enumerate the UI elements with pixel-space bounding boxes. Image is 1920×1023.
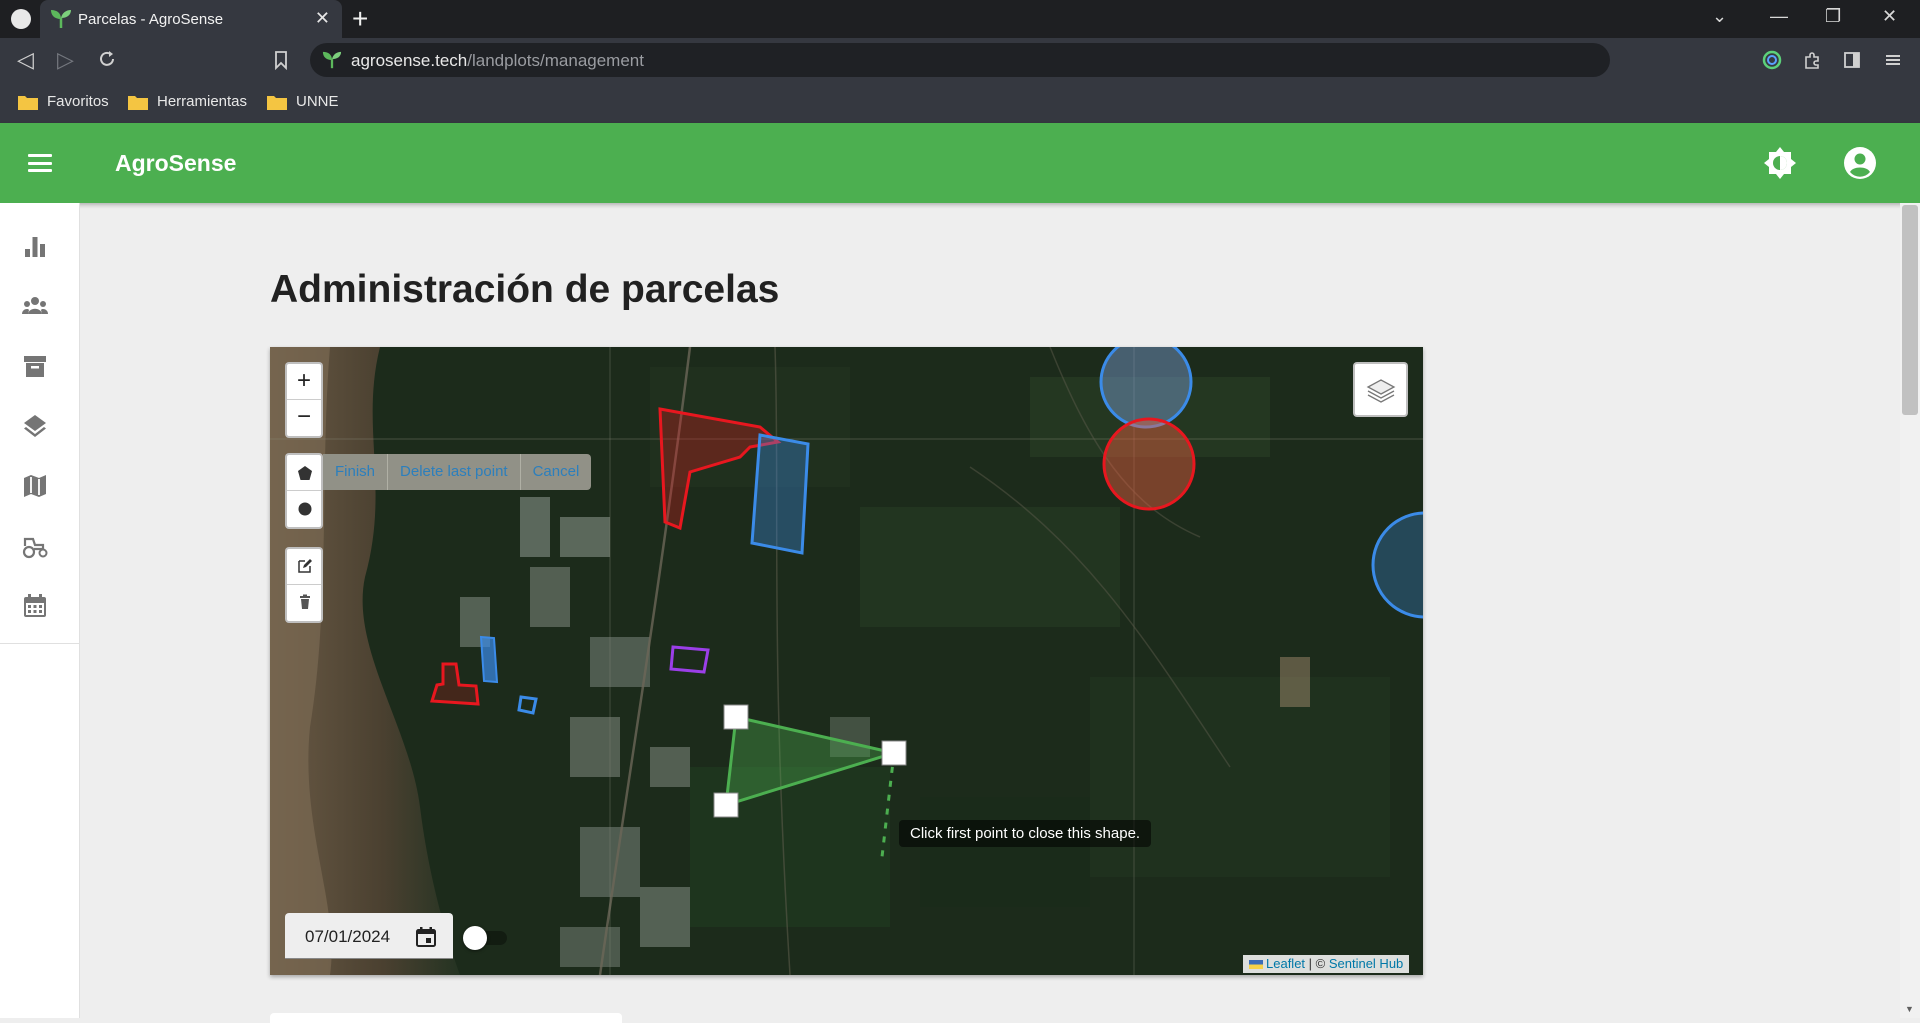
- layer-toggle-switch[interactable]: [463, 926, 511, 950]
- map-icon[interactable]: [22, 473, 48, 499]
- draw-actions: Finish Delete last point Cancel: [323, 454, 592, 490]
- draw-polygon-button[interactable]: [287, 455, 321, 491]
- sentinel-hub-link[interactable]: Sentinel Hub: [1329, 956, 1403, 971]
- edit-layers-button[interactable]: [287, 549, 321, 585]
- profile-icon[interactable]: [11, 9, 31, 29]
- url-domain: agrosense.tech: [351, 51, 468, 70]
- cancel-button[interactable]: Cancel: [519, 454, 592, 490]
- back-icon[interactable]: ◁: [17, 48, 34, 72]
- account-circle-icon[interactable]: [1842, 145, 1878, 181]
- bar-chart-icon[interactable]: [22, 233, 48, 259]
- draw-circle-button[interactable]: [287, 491, 321, 527]
- calendar-picker-icon[interactable]: [415, 926, 437, 948]
- finish-button[interactable]: Finish: [323, 454, 387, 490]
- browser-tab[interactable]: Parcelas - AgroSense ✕: [40, 0, 342, 38]
- layers-icon[interactable]: [22, 413, 48, 439]
- bookmark-icon[interactable]: [271, 50, 291, 70]
- archive-icon[interactable]: [22, 353, 48, 379]
- folder-icon: [267, 96, 287, 110]
- side-panel-icon[interactable]: [1842, 50, 1862, 70]
- date-picker[interactable]: 07/01/2024: [285, 913, 453, 959]
- circle-icon: [298, 502, 312, 516]
- tab-title: Parcelas - AgroSense: [78, 11, 224, 28]
- people-icon[interactable]: [22, 293, 48, 319]
- url-path: /landplots/management: [467, 51, 644, 70]
- menu-hamburger-icon[interactable]: [28, 154, 52, 172]
- layers-stack-icon: [1366, 379, 1396, 403]
- scroll-down-icon[interactable]: ▼: [1905, 1004, 1914, 1014]
- bookmark-folder-favoritos[interactable]: Favoritos: [18, 92, 109, 112]
- reload-icon[interactable]: [97, 49, 117, 69]
- layers-control[interactable]: [1353, 362, 1408, 417]
- delete-layers-button[interactable]: [287, 585, 321, 621]
- sidebar-nav: [0, 203, 80, 1018]
- folder-icon: [18, 96, 38, 110]
- menu-icon[interactable]: [1883, 50, 1903, 70]
- tab-close-icon[interactable]: ✕: [315, 8, 330, 28]
- folder-icon: [128, 96, 148, 110]
- tractor-icon[interactable]: [22, 533, 48, 559]
- bookmark-label: Herramientas: [157, 93, 248, 110]
- draw-tooltip: Click first point to close this shape.: [899, 820, 1152, 847]
- site-sprout-icon: [322, 51, 342, 69]
- pentagon-icon: [298, 466, 312, 480]
- extensions-puzzle-icon[interactable]: [1802, 50, 1822, 70]
- tab-list-icon[interactable]: ⌄: [1712, 6, 1727, 27]
- app-bar: [0, 123, 1920, 203]
- satellite-imagery: [270, 347, 1423, 975]
- content-card-edge: [270, 1013, 622, 1023]
- sprout-icon: [51, 10, 71, 28]
- edit-toolbar: [285, 547, 323, 623]
- extension-ring-icon[interactable]: [1762, 50, 1782, 70]
- calendar-icon[interactable]: [22, 593, 48, 619]
- map-canvas[interactable]: [270, 347, 1423, 975]
- trash-icon: [300, 594, 310, 609]
- draw-toolbar: [285, 453, 323, 529]
- theme-toggle-icon[interactable]: [1762, 145, 1798, 181]
- app-brand: AgroSense: [115, 150, 237, 176]
- window-close-icon[interactable]: ✕: [1882, 6, 1897, 27]
- new-tab-button[interactable]: +: [352, 4, 368, 34]
- bookmark-label: Favoritos: [47, 93, 109, 110]
- restore-icon[interactable]: ❐: [1825, 6, 1841, 27]
- ukraine-flag-icon: [1249, 960, 1263, 969]
- zoom-out-button[interactable]: −: [287, 400, 321, 436]
- zoom-control: + −: [285, 362, 323, 438]
- leaflet-link[interactable]: Leaflet: [1266, 956, 1305, 971]
- bookmark-folder-herramientas[interactable]: Herramientas: [128, 92, 247, 112]
- forward-icon[interactable]: ▷: [57, 48, 74, 72]
- address-bar[interactable]: agrosense.tech/landplots/management: [310, 43, 1610, 77]
- minimize-icon[interactable]: —: [1770, 6, 1788, 27]
- delete-last-point-button[interactable]: Delete last point: [387, 454, 520, 490]
- scrollbar-thumb[interactable]: [1902, 205, 1918, 415]
- page-scrollbar[interactable]: ▼: [1900, 203, 1920, 1018]
- zoom-in-button[interactable]: +: [287, 364, 321, 400]
- sidebar-divider: [0, 643, 80, 644]
- bookmark-folder-unne[interactable]: UNNE: [267, 92, 339, 112]
- bookmark-label: UNNE: [296, 93, 339, 110]
- attribution-separator: | ©: [1305, 956, 1329, 971]
- page-title: Administración de parcelas: [270, 268, 780, 311]
- edit-icon: [298, 559, 312, 573]
- map-attribution: Leaflet | © Sentinel Hub: [1243, 955, 1410, 973]
- date-value: 07/01/2024: [305, 927, 391, 946]
- url-text: agrosense.tech/landplots/management: [351, 51, 644, 71]
- toggle-knob[interactable]: [463, 926, 487, 950]
